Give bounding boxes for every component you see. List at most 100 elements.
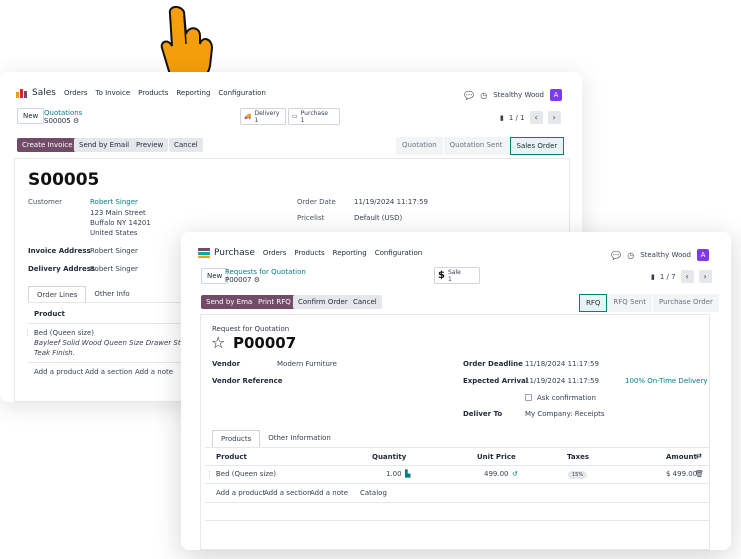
menu-products[interactable]: Products xyxy=(294,249,324,257)
deliver-to-value[interactable]: My Company: Receipts xyxy=(525,410,605,418)
add-product-link[interactable]: Add a product xyxy=(34,368,83,376)
line-quantity[interactable]: 1.00 xyxy=(386,470,402,478)
vendor-value[interactable]: Modern Furniture xyxy=(277,360,337,368)
status-rfq-sent[interactable]: RFQ Sent xyxy=(607,294,653,312)
breadcrumb-quotations[interactable]: Quotations xyxy=(44,109,82,117)
menu-orders[interactable]: Orders xyxy=(263,249,287,257)
tax-badge[interactable]: 15% xyxy=(568,471,588,479)
send-by-email-button[interactable]: Send by Email xyxy=(74,138,135,152)
breadcrumb-rfq[interactable]: Requests for Quotation xyxy=(225,268,306,276)
breadcrumb-record: P00007 xyxy=(225,276,252,284)
invoice-address-value[interactable]: Robert Singer xyxy=(90,247,138,255)
expected-arrival-label: Expected Arrival xyxy=(463,377,529,385)
menu-configuration[interactable]: Configuration xyxy=(375,249,422,257)
add-section-link[interactable]: Add a section xyxy=(85,368,133,376)
tab-other-info[interactable]: Other Info xyxy=(86,286,137,303)
status-quotation-sent[interactable]: Quotation Sent xyxy=(443,137,510,155)
gear-icon[interactable]: ⚙ xyxy=(73,117,79,125)
pager-value[interactable]: 1 / 1 xyxy=(509,114,525,122)
order-date-label: Order Date xyxy=(297,198,336,206)
forecast-chart-icon[interactable]: ▙ xyxy=(405,470,410,478)
add-section-link[interactable]: Add a section xyxy=(264,489,312,497)
purchase-smart-button[interactable]: ▭ Purchase 1 xyxy=(288,108,340,125)
order-date-value[interactable]: 11/19/2024 11:17:59 xyxy=(354,198,428,206)
catalog-link[interactable]: Catalog xyxy=(360,489,387,497)
menu-reporting[interactable]: Reporting xyxy=(333,249,367,257)
pager-next-button[interactable]: › xyxy=(698,270,712,283)
column-unit-price[interactable]: Unit Price xyxy=(477,453,516,461)
chat-icon[interactable]: 💬 xyxy=(464,91,474,100)
status-quotation[interactable]: Quotation xyxy=(396,137,444,155)
company-name[interactable]: Stealthy Wood xyxy=(493,91,544,99)
menu-to-invoice[interactable]: To Invoice xyxy=(96,89,131,97)
app-name[interactable]: Sales xyxy=(32,88,56,98)
chat-icon[interactable]: 💬 xyxy=(611,251,621,260)
clock-icon[interactable]: ◷ xyxy=(627,251,634,260)
sale-smart-button[interactable]: $ Sale 1 xyxy=(434,267,480,284)
delivery-address-label: Delivery Address xyxy=(28,265,96,273)
reset-price-icon[interactable]: ↺ xyxy=(512,470,518,478)
delivery-smart-button[interactable]: 🚚 Delivery 1 xyxy=(240,108,286,125)
ask-confirmation-checkbox[interactable] xyxy=(525,394,532,401)
menu-reporting[interactable]: Reporting xyxy=(176,89,210,97)
column-settings-icon[interactable]: ⇄ xyxy=(696,452,702,460)
pager-prev-button[interactable]: ‹ xyxy=(680,270,694,283)
cancel-button[interactable]: Cancel xyxy=(348,295,382,309)
column-taxes[interactable]: Taxes xyxy=(567,453,589,461)
company-name[interactable]: Stealthy Wood xyxy=(640,251,691,259)
order-deadline-value[interactable]: 11/18/2024 11:17:59 xyxy=(525,360,599,368)
trash-icon[interactable]: 🗑 xyxy=(695,470,704,478)
line-product[interactable]: Bed (Queen size) xyxy=(34,329,94,337)
gear-icon[interactable]: ⚙ xyxy=(254,276,260,284)
tab-other-information[interactable]: Other Information xyxy=(260,430,339,447)
pin-icon[interactable]: ▮ xyxy=(651,273,655,281)
record-title: P00007 xyxy=(233,334,297,352)
app-name[interactable]: Purchase xyxy=(214,248,255,258)
menu-orders[interactable]: Orders xyxy=(64,89,88,97)
print-rfq-button[interactable]: Print RFQ xyxy=(253,295,296,309)
add-note-link[interactable]: Add a note xyxy=(310,489,348,497)
status-sales-order[interactable]: Sales Order xyxy=(509,137,565,155)
on-time-delivery-link[interactable]: 100% On-Time Delivery xyxy=(625,377,707,385)
customer-name[interactable]: Robert Singer xyxy=(90,198,138,206)
line-product[interactable]: Bed (Queen size) xyxy=(216,470,276,478)
doc-type-label: Request for Quotation xyxy=(212,325,290,333)
pin-icon[interactable]: ▮ xyxy=(500,114,504,122)
column-amount[interactable]: Amount xyxy=(666,453,697,461)
column-quantity[interactable]: Quantity xyxy=(372,453,406,461)
star-icon[interactable]: ☆ xyxy=(211,333,225,352)
divider xyxy=(205,502,709,503)
pager-next-button[interactable]: › xyxy=(547,111,561,124)
avatar[interactable]: A xyxy=(550,89,562,101)
avatar[interactable]: A xyxy=(697,249,709,261)
clock-icon[interactable]: ◷ xyxy=(480,91,487,100)
tab-order-lines[interactable]: Order Lines xyxy=(28,286,87,303)
customer-label: Customer xyxy=(28,198,63,206)
menu-products[interactable]: Products xyxy=(138,89,168,97)
line-unit-price[interactable]: 499.00 xyxy=(484,470,509,478)
pager: ▮ 1 / 7 ‹ › xyxy=(651,270,712,283)
column-product[interactable]: Product xyxy=(34,310,65,318)
purchase-app-icon[interactable] xyxy=(198,248,210,258)
new-button[interactable]: New xyxy=(17,108,45,124)
add-note-link[interactable]: Add a note xyxy=(135,368,173,376)
column-product[interactable]: Product xyxy=(216,453,247,461)
preview-button[interactable]: Preview xyxy=(131,138,169,152)
status-rfq[interactable]: RFQ xyxy=(579,294,608,312)
delivery-address-value[interactable]: Robert Singer xyxy=(90,265,138,273)
pricelist-value[interactable]: Default (USD) xyxy=(354,214,402,222)
pager-prev-button[interactable]: ‹ xyxy=(529,111,543,124)
menu-configuration[interactable]: Configuration xyxy=(218,89,265,97)
confirm-order-button[interactable]: Confirm Order xyxy=(293,295,353,309)
purchase-statusbar: RFQ RFQ Sent Purchase Order xyxy=(579,294,720,312)
sales-app-icon[interactable] xyxy=(16,88,28,98)
cancel-button[interactable]: Cancel xyxy=(169,138,203,152)
tab-products[interactable]: Products xyxy=(212,430,261,447)
create-invoice-button[interactable]: Create Invoice xyxy=(17,138,78,152)
record-title: S00005 xyxy=(28,170,100,190)
status-purchase-order[interactable]: Purchase Order xyxy=(652,294,720,312)
add-product-link[interactable]: Add a product xyxy=(216,489,265,497)
sale-label: Sale xyxy=(447,268,461,276)
expected-arrival-value[interactable]: 11/19/2024 11:17:59 xyxy=(525,377,599,385)
pager-value[interactable]: 1 / 7 xyxy=(660,273,676,281)
